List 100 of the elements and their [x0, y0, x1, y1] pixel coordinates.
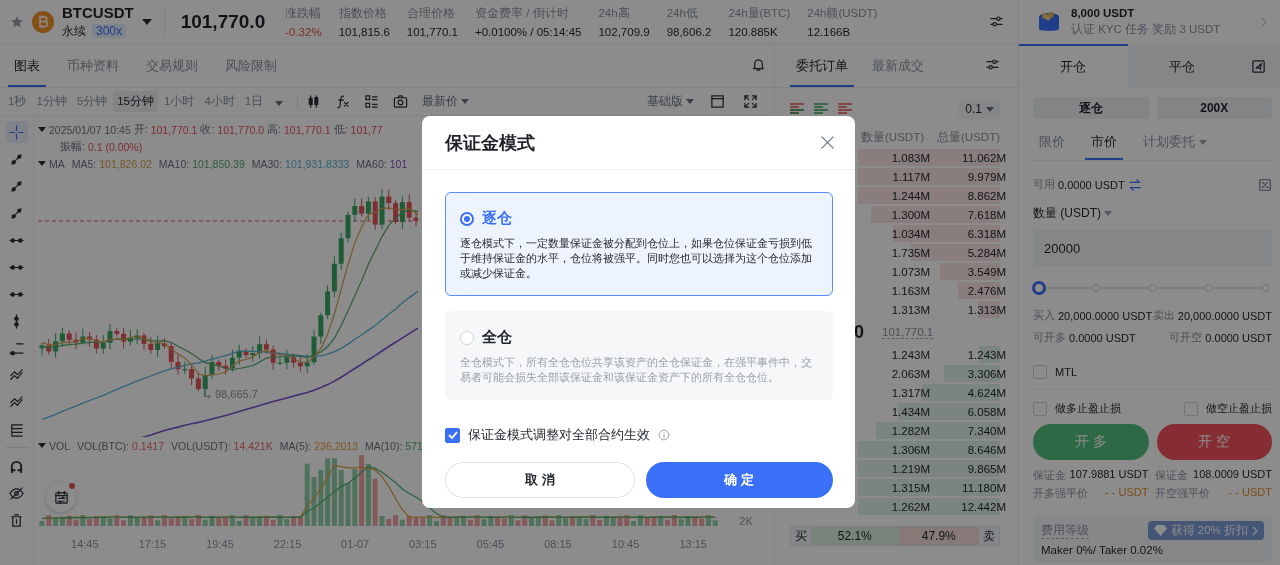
last-price: 101,770.0: [180, 10, 266, 33]
total-cell-text: 6.318M: [966, 227, 1006, 240]
cancel-button[interactable]: 取 消: [445, 462, 635, 498]
order-type-tab[interactable]: 计划委托: [1137, 132, 1213, 160]
position-tab[interactable]: 平仓: [1127, 44, 1236, 88]
function-icon[interactable]: [335, 94, 351, 109]
margin-mode-option[interactable]: 逐仓 逐仓模式下，一定数量保证金被分配到仓位上，如果仓位保证金亏损到低于维持保证金的水平，仓位将被强平。同时您也可以选择为这个仓位添加或减少保证金。: [445, 192, 833, 296]
quantity-label[interactable]: 数量 (USDT): [1033, 205, 1101, 222]
time-axis-label: 08:15: [543, 538, 573, 550]
chart-tab[interactable]: 币种资料: [61, 56, 125, 87]
order-book-tab[interactable]: 委托订单: [790, 56, 854, 87]
legend-value: 101,850.39: [192, 157, 245, 170]
legend-value: 101,770.1: [150, 123, 198, 136]
margin-mode-button[interactable]: 逐仓: [1033, 97, 1149, 119]
window-icon[interactable]: [710, 94, 725, 109]
camera-icon[interactable]: [393, 94, 409, 109]
total-cell-text: 7.340M: [966, 424, 1006, 437]
field-value: 0.0000 USDT: [1069, 331, 1136, 344]
total-cell-text: 8.862M: [966, 189, 1006, 202]
amount-cell-text: 1.735M: [890, 246, 930, 259]
caret-icon: [275, 100, 284, 106]
quantity-field[interactable]: 20000: [1033, 230, 1272, 266]
corner-arrow-icon: [202, 389, 212, 399]
stat-label: 24h低: [666, 5, 699, 21]
interval-option[interactable]: 1分钟: [32, 91, 71, 112]
field-label: 卖出: [1152, 308, 1175, 323]
transfer-icon[interactable]: [1127, 177, 1142, 192]
tick-size-dropdown[interactable]: 0.1: [959, 99, 1000, 119]
book-both-sides-icon[interactable]: [790, 103, 804, 115]
line-tool-icon: [9, 178, 24, 194]
leverage-button[interactable]: 200X: [1156, 97, 1272, 119]
indicator-list-icon[interactable]: [364, 94, 380, 109]
interval-option[interactable]: 4小时: [200, 91, 239, 112]
price-source-dropdown[interactable]: 最新价: [422, 94, 470, 109]
promo-banner[interactable]: 8,000 USDT 认证 KYC 任务 奖励 3 USDT: [1019, 0, 1280, 44]
field-value: 0.0000 USDT: [1205, 331, 1272, 344]
pattern-icon: [9, 394, 24, 410]
bell-icon[interactable]: [751, 57, 766, 72]
total-cell-text: 11.180M: [961, 481, 1006, 494]
field-value: 0.0000 USDT: [1058, 178, 1125, 191]
magnet-icon: [9, 458, 24, 474]
interval-option[interactable]: 1秒: [4, 91, 31, 112]
order-book-tab[interactable]: 最新成交: [866, 56, 930, 87]
buy-ratio-bar: 52.1%: [811, 527, 899, 545]
floating-button[interactable]: [46, 482, 76, 512]
leverage-badge: 300x: [92, 24, 127, 38]
field-value: - - USDT: [1105, 486, 1149, 500]
settings-icon[interactable]: [985, 57, 1000, 72]
order-type-tab[interactable]: 限价: [1033, 132, 1071, 160]
amount-cell-text: 1.300M: [890, 208, 930, 221]
fullscreen-icon[interactable]: [743, 94, 758, 109]
interval-option[interactable]: 1日: [240, 91, 268, 112]
checkbox[interactable]: [445, 427, 460, 443]
close-icon[interactable]: [820, 135, 835, 150]
interval-option[interactable]: 15分钟: [113, 91, 158, 112]
star-icon[interactable]: [10, 14, 24, 29]
eye-off-icon: [9, 485, 24, 501]
stat-value: 98,606.2: [666, 25, 712, 38]
amount-cell-text: 1.073M: [890, 265, 930, 278]
time-axis-label: 03:15: [408, 538, 438, 550]
interval-option[interactable]: 5分钟: [72, 91, 112, 112]
slider-thumb[interactable]: [1032, 281, 1046, 295]
total-cell-text: 7.618M: [966, 208, 1006, 221]
margin-mode-option[interactable]: 全仓 全仓模式下，所有全仓仓位共享该资产的全仓保证金，在强平事件中，交易者可能会损失全部该保证金和该保证金资产下的所有全仓仓位。: [445, 311, 833, 400]
caret-icon: [986, 106, 994, 112]
checkbox-label: 保证金模式调整对全部合约生效: [468, 426, 650, 444]
time-axis-label: 10:45: [610, 538, 641, 550]
legend-label: 高:: [267, 122, 281, 137]
info-icon: [658, 429, 670, 441]
order-type-tab[interactable]: 市价: [1085, 132, 1123, 160]
symbol-name[interactable]: BTCUSDT: [62, 3, 134, 21]
chart-tab[interactable]: 风险限制: [219, 56, 283, 87]
radio-button[interactable]: [460, 211, 474, 226]
open-short-button[interactable]: 开 空: [1156, 424, 1272, 460]
chart-tab[interactable]: 交易规则: [140, 56, 204, 87]
time-axis-label: 22:15: [272, 538, 303, 550]
calculator-icon[interactable]: [1258, 177, 1272, 192]
confirm-button[interactable]: 确 定: [645, 462, 833, 498]
settings-icon[interactable]: [989, 14, 1004, 29]
legend-label: VOL(BTC):: [77, 439, 129, 452]
crosshair-tool[interactable]: [5, 121, 28, 143]
chart-tab[interactable]: 图表: [8, 56, 46, 87]
total-cell-text: 6.058M: [966, 405, 1006, 418]
total-cell-text: 3.306M: [966, 367, 1006, 380]
time-axis-label: 01-07: [340, 538, 371, 550]
buy-label: 买: [791, 527, 811, 545]
caret-icon[interactable]: [141, 18, 152, 25]
stat-label: 24h额(USDT): [807, 5, 878, 21]
legend-label: 低:: [333, 122, 348, 137]
amount-cell-text: 1.243M: [890, 348, 930, 361]
send-icon[interactable]: [1250, 58, 1266, 74]
field-label: 买入: [1033, 308, 1055, 323]
line-tool-icon: [9, 151, 24, 167]
trash-icon: [9, 512, 24, 528]
amount-cell-text: 1.315M: [890, 481, 930, 494]
amount-cell-text: 2.063M: [890, 367, 930, 380]
option-label: 逐仓: [482, 209, 512, 228]
chart-version-dropdown[interactable]: 基础版: [647, 94, 694, 109]
interval-option[interactable]: 1小时: [160, 91, 199, 112]
stat-value: 120.885K: [728, 25, 779, 38]
